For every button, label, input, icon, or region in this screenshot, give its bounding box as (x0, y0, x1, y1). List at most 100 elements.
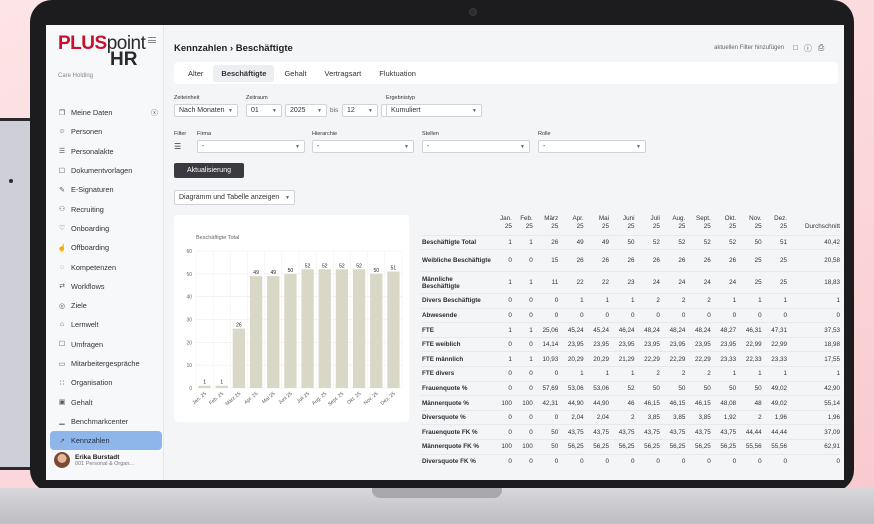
table-cell: 10,93 (533, 351, 560, 367)
org-icon: ∷ (59, 379, 65, 387)
tab-gehalt[interactable]: Gehalt (276, 65, 314, 82)
sidebar-item-gehalt[interactable]: ▣ Gehalt (50, 392, 162, 411)
chevron-down-icon: ▼ (295, 143, 300, 150)
table-cell: 26 (686, 249, 712, 272)
row-label: Weibliche Beschäftigte (421, 249, 493, 272)
bar (352, 269, 366, 388)
y-tick-label: 40 (186, 295, 192, 301)
sidebar-item-mitarbeitergespräche[interactable]: ▭ Mitarbeitergespräche (50, 354, 162, 373)
table-cell: 1 (762, 366, 789, 382)
table-cell: 0 (512, 409, 534, 425)
table-cell: 18,98 (788, 336, 841, 352)
column-month: März (544, 215, 559, 222)
bookmark-icon[interactable]: □ (793, 43, 798, 54)
data-label: 52 (322, 263, 328, 269)
table-cell: 25 (737, 249, 763, 272)
y-tick-label: 50 (186, 272, 192, 278)
bar-chart-icon: ▁ (59, 418, 65, 426)
table-cell: 0 (533, 366, 560, 382)
user-name: Erika Burstadt (75, 453, 120, 461)
sidebar-item-personalakte[interactable]: ☰ Personalakte (50, 142, 162, 161)
table-cell: 0 (737, 453, 763, 469)
table-row: Beschäftigte Total 1 1 26 49 49 50 52 52 52 52 50 51… (421, 234, 841, 250)
table-cell: 40,42 (788, 234, 841, 250)
sidebar-item-organisation[interactable]: ∷ Organisation (50, 373, 162, 392)
sidebar-item-personen[interactable]: ☺ Personen (50, 122, 162, 141)
table-cell: 2 (635, 293, 661, 309)
user-profile[interactable]: Erika Burstadt 001 Personal & Organ... (54, 452, 134, 468)
update-button[interactable]: Aktualisierung (174, 163, 244, 178)
sidebar-item-offboarding[interactable]: ☝ Offboarding (50, 238, 162, 257)
zeiteinheit-select[interactable]: Nach Monaten ▼ (174, 104, 238, 117)
table-cell: 25 (762, 271, 789, 294)
tab-beschäftigte[interactable]: Beschäftigte (213, 64, 275, 82)
app-logo[interactable]: PLUSpoint HR Care Holding (58, 33, 148, 79)
print-icon[interactable]: ⎙ (818, 43, 824, 54)
table-corner (421, 215, 493, 231)
table-cell: 53,06 (584, 380, 611, 396)
table-cell: 0 (493, 307, 513, 323)
table-cell: 50 (533, 439, 560, 455)
hierarchie-label: Hierarchie (312, 131, 338, 137)
x-tick-label: Okt. 25 (346, 391, 362, 406)
help-icon[interactable]: ⓘ (804, 43, 812, 54)
sidebar-item-lernwelt[interactable]: ⌂ Lernwelt (50, 315, 162, 334)
x-tick-label: Mai 25 (261, 391, 277, 405)
table-cell: 23,95 (660, 336, 687, 352)
add-filter-link[interactable]: aktuellen Filter hinzufügen (714, 45, 784, 51)
row-label: Männerquote FK % (421, 439, 493, 455)
sidebar-item-onboarding[interactable]: ♡ Onboarding (50, 219, 162, 238)
sidebar-item-kompetenzen[interactable]: ◌ Kompetenzen (50, 257, 162, 276)
filter-list-icon[interactable]: ☰ (174, 142, 181, 151)
chat-icon: ▭ (58, 360, 66, 368)
sidebar-item-ziele[interactable]: ◎ Ziele (50, 296, 162, 315)
view-mode-select[interactable]: Diagramm und Tabelle anzeigen ▼ (174, 190, 295, 205)
table-cell: 0 (533, 307, 560, 323)
sidebar-item-meine-daten[interactable]: ❐ Meine Daten ⓧ (50, 103, 162, 122)
table-cell: 50 (635, 380, 661, 396)
table-cell: 11 (533, 271, 560, 294)
column-year: 25 (576, 223, 584, 230)
table-cell: 1 (788, 366, 841, 382)
ergebnistyp-select[interactable]: Kumuliert ▼ (386, 104, 482, 117)
sidebar-item-workflows[interactable]: ⇄ Workflows (50, 277, 162, 296)
sidebar-item-benchmarkcenter[interactable]: ▁ Benchmarkcenter (50, 412, 162, 431)
line-chart-icon: ↗ (59, 437, 65, 445)
column-header: Apr. 25 (559, 215, 584, 231)
rolle-select[interactable]: - ▼ (538, 140, 646, 153)
to-month-select[interactable]: 12 ▼ (342, 104, 378, 117)
table-cell: 1 (584, 293, 611, 309)
tab-alter[interactable]: Alter (180, 65, 211, 82)
tab-fluktuation[interactable]: Fluktuation (371, 65, 424, 82)
sidebar-item-label: Mitarbeitergespräche (71, 359, 140, 368)
table-cell: 56,25 (584, 439, 611, 455)
table-cell: 46,15 (686, 395, 712, 411)
hierarchie-select[interactable]: - ▼ (312, 140, 414, 153)
table-cell: 53,06 (559, 380, 585, 396)
menu-toggle-icon[interactable] (148, 37, 156, 43)
sidebar-item-label: Kompetenzen (71, 262, 117, 272)
sidebar-item-kennzahlen[interactable]: ↗ Kennzahlen (50, 431, 162, 451)
stellen-select[interactable]: - ▼ (422, 140, 530, 153)
table-cell: 1 (493, 322, 513, 338)
zeiteinheit-label: Zeiteinheit (174, 95, 200, 101)
column-month: Jan. (499, 215, 512, 222)
sidebar-item-umfragen[interactable]: ☐ Umfragen (50, 335, 162, 354)
table-cell: 1 (559, 293, 585, 309)
graduation-icon: ⌂ (59, 321, 65, 329)
bulb-icon: ◌ (59, 263, 65, 271)
close-icon[interactable]: ⓧ (151, 108, 158, 118)
sidebar-item-recruiting[interactable]: ⚇ Recruiting (50, 199, 162, 218)
tab-vertragsart[interactable]: Vertragsart (317, 65, 370, 82)
column-header: März 25 (534, 215, 559, 231)
firma-select[interactable]: - ▼ (197, 140, 305, 153)
table-cell: 1 (584, 366, 611, 382)
sidebar-item-e-signaturen[interactable]: ✎ E-Signaturen (50, 180, 162, 199)
sidebar-item-dokumentvorlagen[interactable]: ☐ Dokumentvorlagen (50, 161, 162, 180)
app-screen: PLUSpoint HR Care Holding ❐ Meine Daten ⓧ ☺… (46, 25, 844, 480)
table-cell: 20,58 (788, 249, 841, 272)
table-cell: 1 (559, 366, 585, 382)
from-year-select[interactable]: 2025 ▼ (285, 104, 327, 117)
from-month-select[interactable]: 01 ▼ (246, 104, 282, 117)
rolle-label: Rolle (538, 131, 551, 137)
